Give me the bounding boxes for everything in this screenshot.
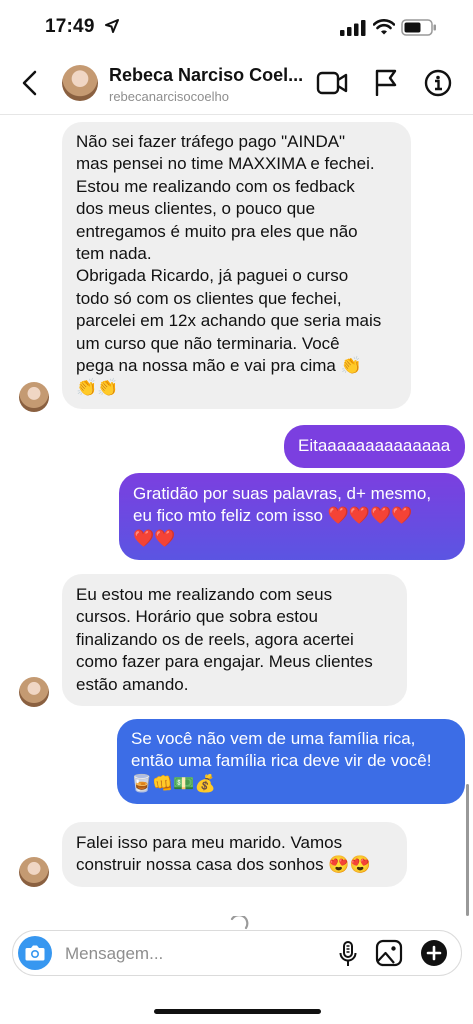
- plus-icon[interactable]: [420, 939, 448, 967]
- sender-avatar[interactable]: [19, 382, 49, 412]
- message-sent-2[interactable]: Gratidão por suas palavras, d+ mesmo, eu…: [119, 473, 465, 561]
- gallery-icon[interactable]: [375, 939, 403, 967]
- loading-spinner-icon: [230, 916, 249, 930]
- message-sent-3[interactable]: Se você não vem de uma família rica, ent…: [117, 719, 465, 805]
- scrollbar[interactable]: [466, 784, 469, 916]
- status-time: 17:49: [45, 16, 95, 37]
- location-arrow-icon: [105, 19, 119, 33]
- wifi-icon: [373, 19, 395, 35]
- contact-name[interactable]: Rebeca Narciso Coel...: [109, 65, 303, 86]
- contact-username[interactable]: rebecanarcisocoelho: [109, 89, 229, 104]
- video-call-icon[interactable]: [316, 70, 348, 96]
- message-composer: [12, 930, 462, 976]
- microphone-icon[interactable]: [338, 940, 358, 968]
- message-received-1[interactable]: Não sei fazer tráfego pago "AINDA" mas p…: [62, 122, 411, 409]
- message-sent-1[interactable]: Eitaaaaaaaaaaaaaa: [284, 425, 465, 468]
- sender-avatar[interactable]: [19, 677, 49, 707]
- home-indicator: [154, 1009, 321, 1014]
- signal-icon: [340, 20, 366, 36]
- back-chevron-icon[interactable]: [20, 70, 40, 96]
- battery-icon: [401, 19, 436, 36]
- camera-icon: [25, 945, 45, 961]
- message-received-3[interactable]: Falei isso para meu marido. Vamos constr…: [62, 822, 407, 887]
- status-bar: 17:49: [0, 0, 473, 52]
- sender-avatar[interactable]: [19, 857, 49, 887]
- message-received-2[interactable]: Eu estou me realizando com seus cursos. …: [62, 574, 407, 707]
- message-input[interactable]: [63, 941, 287, 967]
- camera-button[interactable]: [18, 936, 52, 970]
- info-icon[interactable]: [424, 69, 452, 97]
- contact-avatar[interactable]: [62, 65, 98, 101]
- flag-icon[interactable]: [373, 68, 399, 96]
- chat-header: Rebeca Narciso Coel... rebecanarcisocoel…: [0, 52, 473, 115]
